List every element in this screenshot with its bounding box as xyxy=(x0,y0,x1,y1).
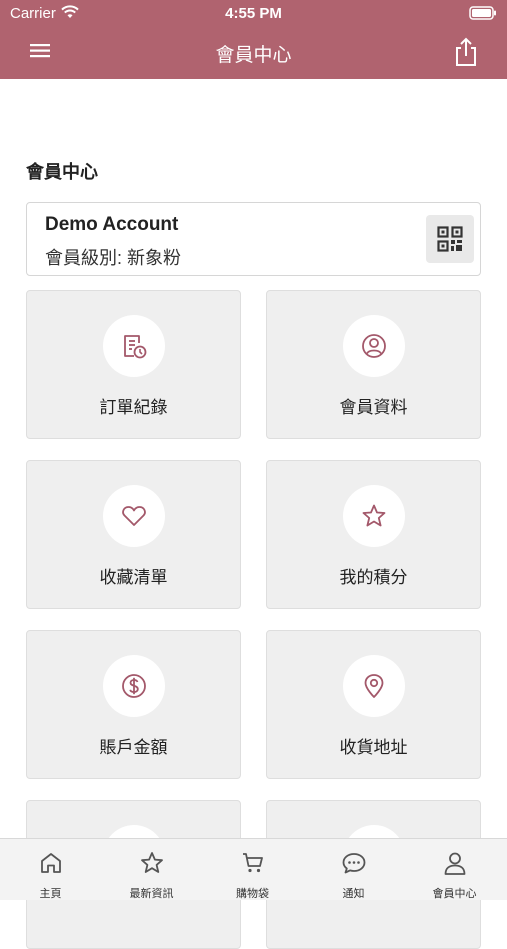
tab-label: 購物袋 xyxy=(236,888,269,900)
tile-label: 收藏清單 xyxy=(99,568,168,587)
battery-icon xyxy=(469,6,497,25)
tab-label: 最新資訊 xyxy=(129,888,174,900)
tile-account-balance[interactable]: 賬戶金額 xyxy=(26,630,241,779)
tile-icon-circle xyxy=(103,315,165,377)
tile-label: 賬戶金額 xyxy=(99,738,168,757)
account-name: Demo Account xyxy=(45,214,179,235)
status-time: 4:55 PM xyxy=(225,5,282,22)
top-bar: Carrier 4:55 PM 會員中心 xyxy=(0,0,507,79)
share-button[interactable] xyxy=(453,36,479,68)
tile-label: 訂單紀錄 xyxy=(99,398,168,417)
chat-icon xyxy=(342,853,366,874)
user-icon xyxy=(444,852,466,875)
order-icon xyxy=(124,335,147,359)
qr-code-icon xyxy=(437,226,463,252)
tab-notifications[interactable]: 通知 xyxy=(303,839,404,901)
tile-member-profile[interactable]: 會員資料 xyxy=(266,290,481,439)
star-icon xyxy=(362,504,386,527)
tile-icon-circle xyxy=(343,485,405,547)
tab-latest-news[interactable]: 最新資訊 xyxy=(101,839,202,901)
status-bar: Carrier 4:55 PM xyxy=(0,0,507,28)
tile-label: 會員資料 xyxy=(339,398,408,417)
tile-order-history[interactable]: 訂單紀錄 xyxy=(26,290,241,439)
account-card: Demo Account 會員級別: 新象粉 xyxy=(26,202,481,276)
location-icon xyxy=(364,674,384,698)
tab-member-center[interactable]: 會員中心 xyxy=(404,839,505,901)
tile-icon-circle xyxy=(103,485,165,547)
tab-home[interactable]: 主頁 xyxy=(0,839,101,901)
nav-bar: 會員中心 xyxy=(0,28,507,79)
tile-wishlist[interactable]: 收藏清單 xyxy=(26,460,241,609)
profile-icon xyxy=(362,334,386,358)
tile-label: 收貨地址 xyxy=(339,738,408,757)
tab-label: 主頁 xyxy=(39,888,62,900)
tile-my-points[interactable]: 我的積分 xyxy=(266,460,481,609)
tab-bar: 主頁 最新資訊 購物袋 通知 會員中心 xyxy=(0,838,507,900)
section-title: 會員中心 xyxy=(26,162,98,182)
tile-icon-circle xyxy=(343,655,405,717)
star-icon xyxy=(141,852,163,873)
tab-label: 會員中心 xyxy=(432,888,477,900)
dollar-icon xyxy=(122,674,146,698)
tab-label: 通知 xyxy=(342,888,365,900)
tile-icon-circle xyxy=(103,655,165,717)
account-level: 會員級別: 新象粉 xyxy=(45,248,182,268)
home-icon xyxy=(41,853,61,873)
page-title: 會員中心 xyxy=(215,45,292,66)
cart-icon xyxy=(243,853,263,873)
tile-label: 我的積分 xyxy=(339,568,408,587)
tab-shopping-bag[interactable]: 購物袋 xyxy=(202,839,303,901)
heart-icon xyxy=(122,506,146,526)
tile-icon-circle xyxy=(343,315,405,377)
qr-code-button[interactable] xyxy=(426,215,474,263)
tile-shipping-address[interactable]: 收貨地址 xyxy=(266,630,481,779)
share-icon xyxy=(456,37,476,66)
